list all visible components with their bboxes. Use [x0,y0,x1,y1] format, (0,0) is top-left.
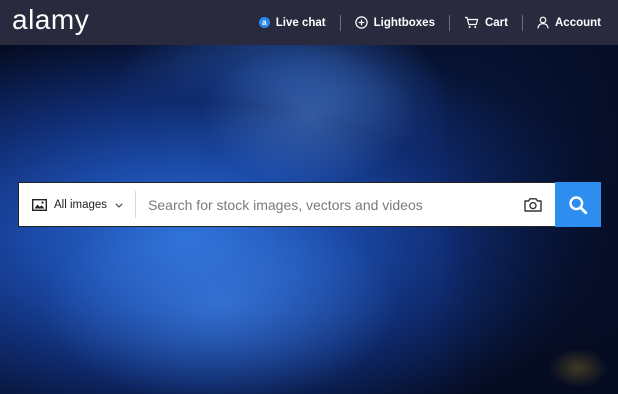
live-chat-label: Live chat [275,16,326,29]
hero-highlight [548,348,608,388]
account-link[interactable]: Account [523,15,618,31]
header-nav: a Live chat Lightboxes Cart Account [258,0,618,45]
lightboxes-link[interactable]: Lightboxes [341,15,449,31]
search-input[interactable] [136,183,519,226]
cart-link[interactable]: Cart [450,15,522,31]
alamy-logo[interactable]: alamy [12,4,89,36]
cart-label: Cart [484,16,508,29]
hero-highlight [40,205,400,394]
chat-icon: a [258,17,270,28]
visual-search-button[interactable] [519,183,547,226]
search-scope-dropdown[interactable]: All images [19,191,137,218]
search-scope-label: All images [54,198,108,211]
plus-circle-icon [354,16,368,29]
lightboxes-label: Lightboxes [373,16,435,29]
camera-icon [524,198,542,212]
live-chat-link[interactable]: a Live chat [258,15,340,31]
cart-icon [464,16,479,28]
account-label: Account [555,16,601,29]
image-icon [32,198,47,211]
search-icon [569,195,588,214]
chevron-down-icon [115,200,123,210]
user-icon [537,16,549,29]
top-navigation-bar: alamy a Live chat Lightboxes Cart Accoun… [0,0,618,45]
hero-highlight [200,45,420,185]
search-button[interactable] [555,182,601,227]
search-bar: All images [18,182,601,227]
